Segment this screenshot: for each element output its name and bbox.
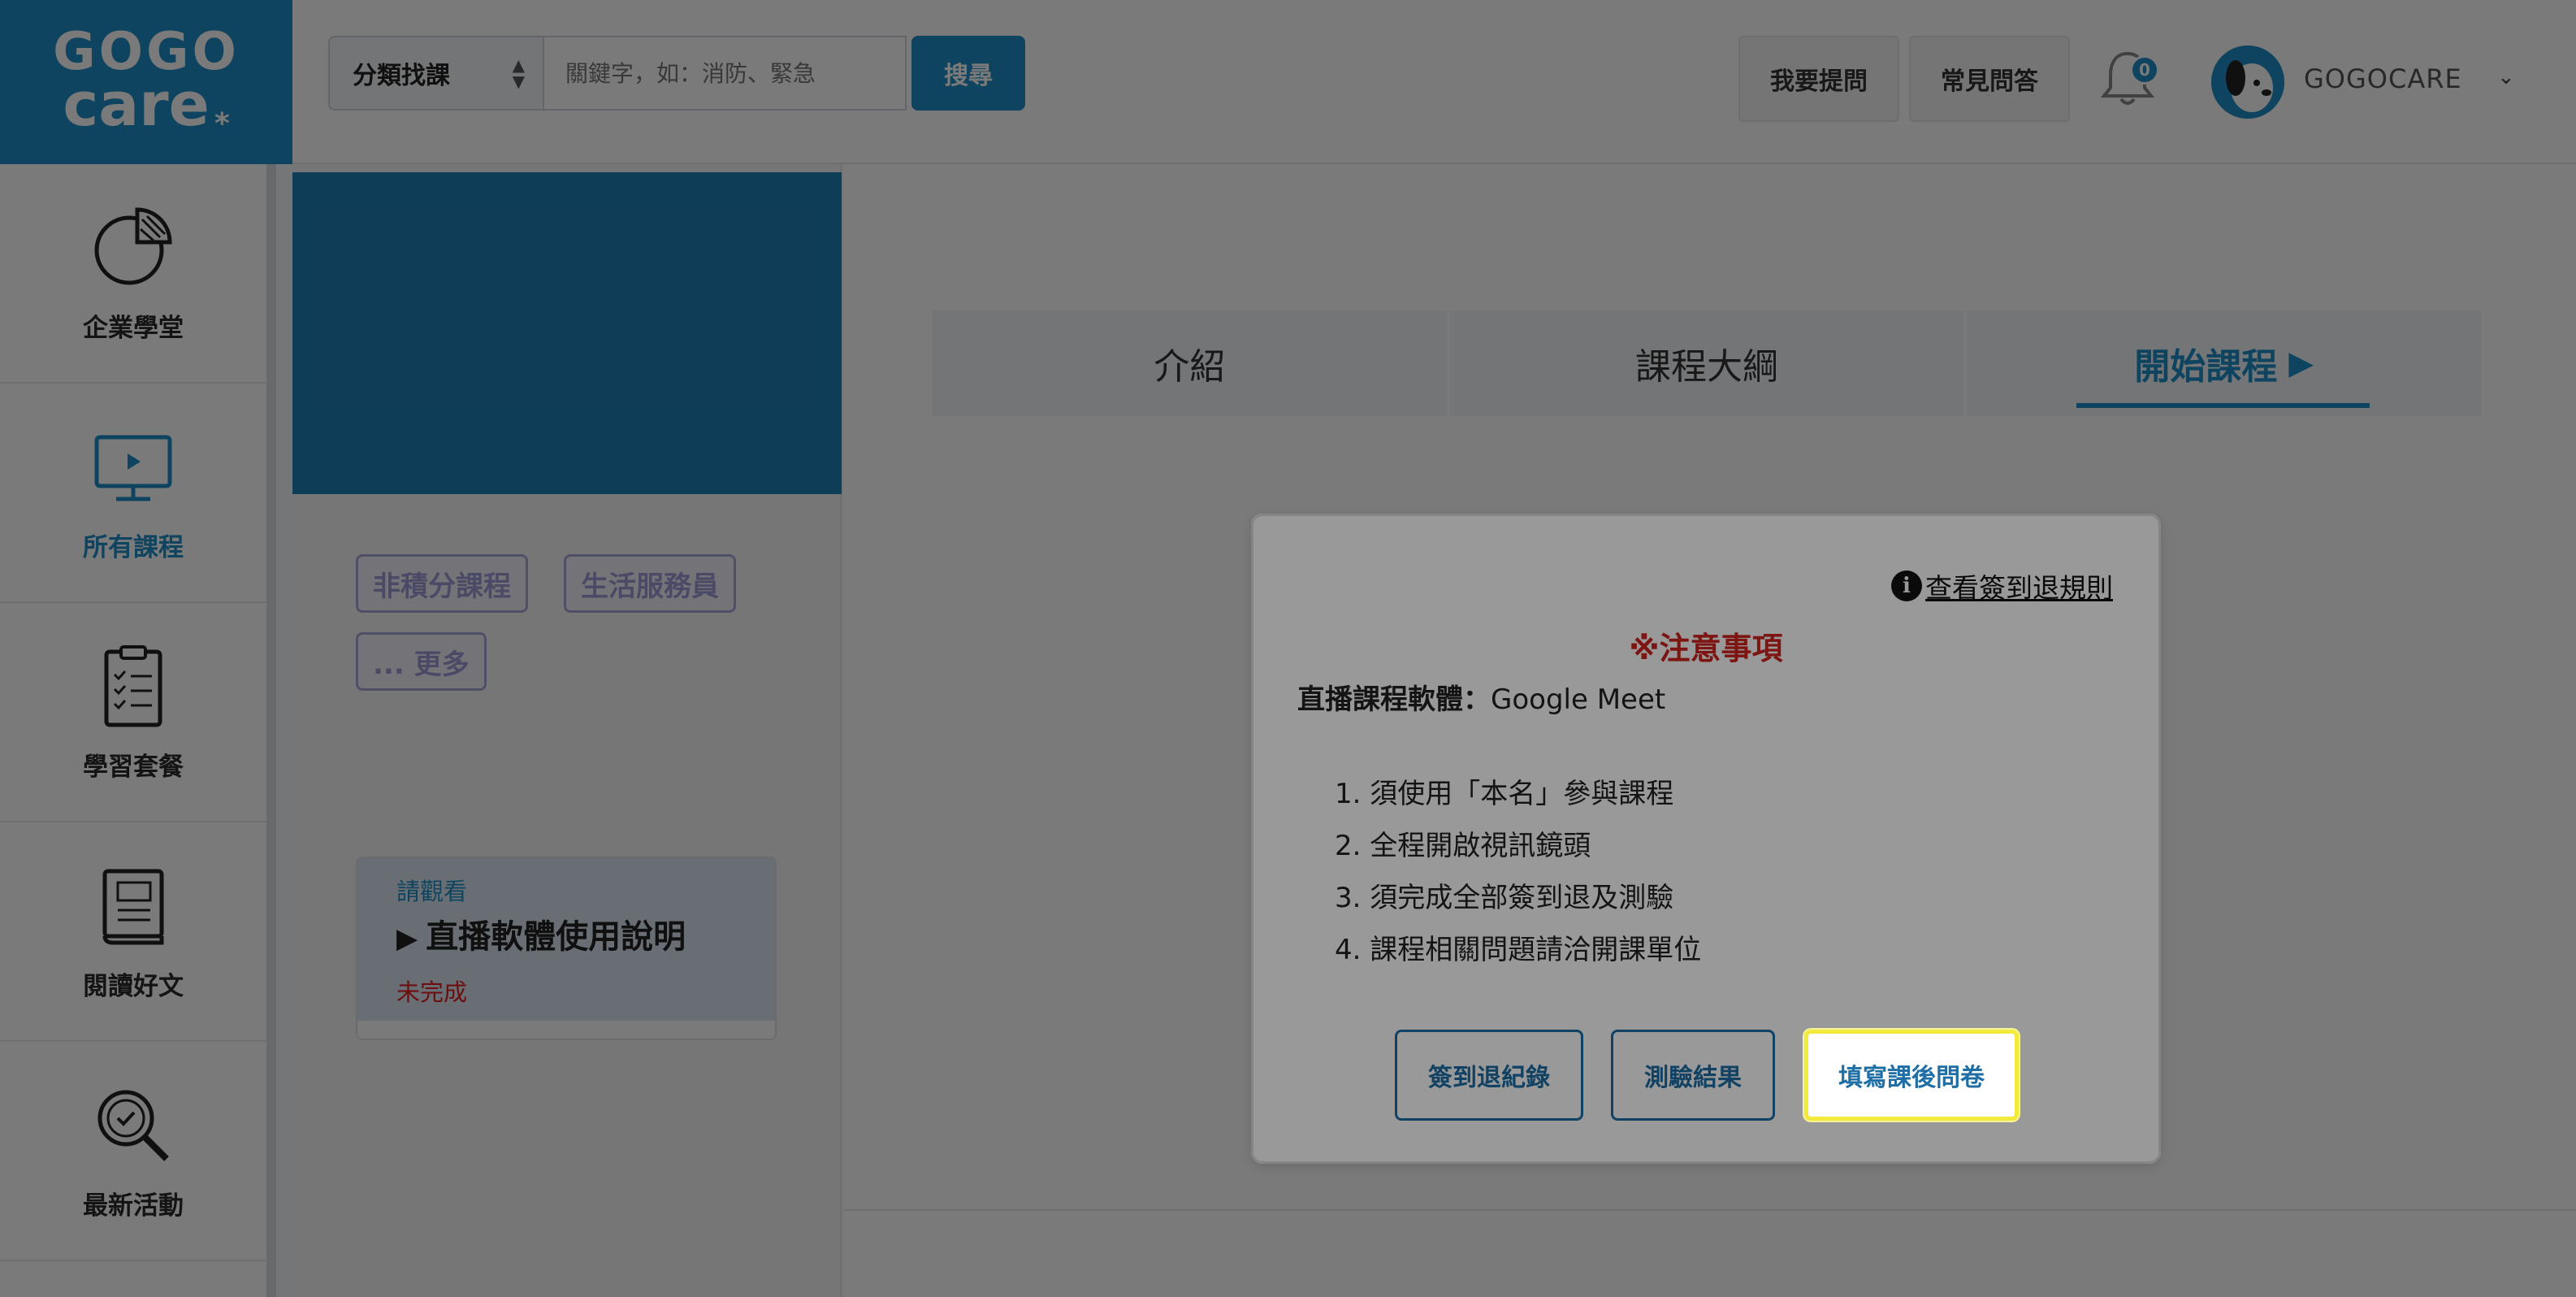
rules-list: 1. 須使用「本名」參與課程 2. 全程開啟視訊鏡頭 3. 須完成全部簽到退及測… xyxy=(1335,768,1701,976)
gogocare-logo[interactable]: GOGO care * xyxy=(0,0,292,164)
search-button[interactable]: 搜尋 xyxy=(911,36,1025,111)
course-banner-image xyxy=(292,172,842,494)
software-label: 直播課程軟體： xyxy=(1297,683,1491,716)
nav-label: 閱讀好文 xyxy=(83,971,184,1001)
search-check-icon xyxy=(97,1090,169,1161)
list-item: 3. 須完成全部簽到退及測驗 xyxy=(1335,882,1674,914)
ask-question-button[interactable]: 我要提問 xyxy=(1738,36,1899,122)
nav-item-all-courses[interactable]: 所有課程 xyxy=(0,384,266,603)
nav-item-enterprise-academy[interactable]: 企業學堂 xyxy=(0,164,266,384)
tab-start-course[interactable]: 開始課程 ▶ xyxy=(1967,310,2482,416)
nav-item-learning-packages[interactable]: 學習套餐 xyxy=(0,603,266,822)
tag-more[interactable]: ... 更多 xyxy=(356,632,487,691)
tab-introduction[interactable]: 介紹 xyxy=(933,310,1447,416)
video-title: ▶ 直播軟體使用說明 xyxy=(396,918,686,956)
username[interactable]: GOGOCARE xyxy=(2304,63,2462,94)
avatar[interactable] xyxy=(2211,46,2284,119)
nav-label: 所有課程 xyxy=(83,532,184,562)
notification-badge: 0 xyxy=(2130,55,2159,85)
dog-avatar-icon xyxy=(2211,46,2284,119)
pie-chart-icon xyxy=(94,206,172,284)
nav-label: 學習套餐 xyxy=(83,752,184,782)
nav-label: 最新活動 xyxy=(83,1191,184,1221)
survey-button-label: 填寫課後問卷 xyxy=(1838,1064,1985,1092)
nav-item-reading[interactable]: 閱讀好文 xyxy=(0,822,266,1042)
search-input[interactable] xyxy=(544,36,907,111)
video-status: 未完成 xyxy=(396,978,468,1006)
software-line: 直播課程軟體：Google Meet xyxy=(1297,677,1665,717)
chevron-down-icon[interactable]: ⌄ xyxy=(2497,65,2515,89)
left-nav: 企業學堂 所有課程 學習套餐 閱讀好文 最新活動 xyxy=(0,164,276,1297)
course-tabs: 介紹 課程大綱 開始課程 ▶ xyxy=(933,310,2482,416)
notice-title: ※注意事項 xyxy=(1629,631,1783,666)
play-icon: ▶ xyxy=(2288,345,2314,382)
checkin-rules-link[interactable]: i 查看簽到退規則 xyxy=(1891,566,2113,605)
course-side-panel: 非積分課程 生活服務員 ... 更多 請觀看 ▶ 直播軟體使用說明 未完成 xyxy=(292,164,842,1297)
survey-button-spotlight[interactable]: 填寫課後問卷 xyxy=(1804,1030,2019,1121)
list-item: 1. 須使用「本名」參與課程 xyxy=(1335,778,1674,810)
play-icon: ▶ xyxy=(396,922,418,955)
tag-life-service-staff[interactable]: 生活服務員 xyxy=(564,554,736,613)
software-value: Google Meet xyxy=(1491,683,1666,716)
book-icon xyxy=(102,869,164,944)
nav-label: 企業學堂 xyxy=(83,313,184,343)
monitor-icon xyxy=(94,435,172,501)
select-arrows-icon: ▲ ▼ xyxy=(512,55,525,91)
top-header: 分類找課 ▲▼ 搜尋 我要提問 常見問答 0 GOGOCARE ⌄ xyxy=(292,0,2576,164)
quiz-results-button[interactable]: 測驗結果 xyxy=(1611,1030,1775,1121)
category-select[interactable]: 分類找課 ▲ ▼ xyxy=(328,36,544,111)
list-item: 2. 全程開啟視訊鏡頭 xyxy=(1335,830,1591,862)
category-select-label: 分類找課 xyxy=(353,62,450,90)
video-prompt: 請觀看 xyxy=(396,878,468,905)
nav-item-latest-events[interactable]: 最新活動 xyxy=(0,1042,266,1261)
tab-syllabus[interactable]: 課程大綱 xyxy=(1449,310,1964,416)
logo-line2: care * xyxy=(63,69,230,141)
tag-non-credit-course[interactable]: 非積分課程 xyxy=(356,554,528,613)
list-item: 4. 課程相關問題請洽開課單位 xyxy=(1335,934,1702,966)
notice-card: i 查看簽到退規則 ※注意事項 直播課程軟體：Google Meet 1. 須使… xyxy=(1251,514,2161,1164)
info-icon: i xyxy=(1891,570,1922,601)
checklist-icon xyxy=(104,644,162,727)
checkin-records-button[interactable]: 簽到退紀錄 xyxy=(1395,1030,1583,1121)
faq-button[interactable]: 常見問答 xyxy=(1909,36,2070,122)
video-card[interactable]: 請觀看 ▶ 直播軟體使用說明 未完成 xyxy=(356,857,777,1040)
divider xyxy=(843,1209,2576,1211)
